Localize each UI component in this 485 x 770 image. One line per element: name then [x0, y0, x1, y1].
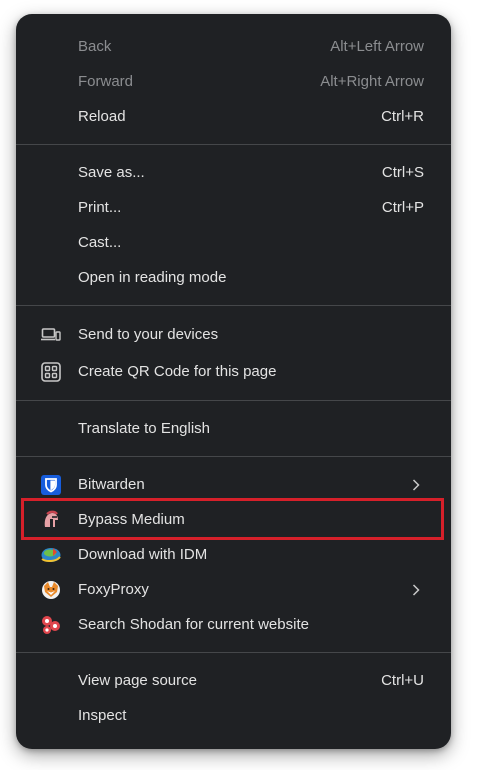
menu-item-label: Send to your devices [78, 326, 219, 343]
chevron-right-icon [411, 478, 421, 492]
menu-separator [16, 400, 451, 401]
menu-item-label: Search Shodan for current website [78, 616, 309, 633]
menu-item-label: View page source [78, 672, 197, 689]
menu-item-shortcut: Ctrl+S [381, 164, 424, 181]
devices-icon [40, 324, 62, 346]
menu-item-shortcut: Alt+Right Arrow [320, 73, 424, 90]
menu-item-label: Translate to English [78, 420, 211, 437]
idm-icon [40, 544, 62, 566]
menu-item-download-idm[interactable]: Download with IDM [16, 537, 451, 572]
menu-item-reload[interactable]: Reload Ctrl+R [16, 99, 451, 134]
spartan-helmet-icon [40, 509, 62, 531]
menu-item-label: Save as... [78, 164, 145, 181]
menu-item-label: Inspect [78, 707, 127, 724]
menu-separator [16, 144, 451, 145]
menu-item-send-to-devices[interactable]: Send to your devices [16, 316, 451, 353]
menu-item-bitwarden[interactable]: Bitwarden [16, 467, 451, 502]
menu-item-label: Bypass Medium [78, 511, 185, 528]
bitwarden-icon [40, 474, 62, 496]
menu-item-forward[interactable]: Forward Alt+Right Arrow [16, 64, 451, 99]
menu-item-label: Open in reading mode [78, 269, 227, 286]
menu-item-label: FoxyProxy [78, 581, 149, 598]
menu-item-label: Forward [78, 73, 134, 90]
menu-item-bypass-medium[interactable]: Bypass Medium [16, 502, 451, 537]
menu-item-shortcut: Ctrl+R [381, 108, 424, 125]
menu-item-label: Print... [78, 199, 122, 216]
menu-item-label: Reload [78, 108, 126, 125]
foxyproxy-icon [40, 579, 62, 601]
menu-item-label: Back [78, 38, 112, 55]
menu-item-back[interactable]: Back Alt+Left Arrow [16, 29, 451, 64]
menu-item-view-source[interactable]: View page source Ctrl+U [16, 663, 451, 698]
menu-item-label: Create QR Code for this page [78, 363, 277, 380]
menu-item-inspect[interactable]: Inspect [16, 698, 451, 733]
shodan-icon [40, 614, 62, 636]
menu-item-label: Download with IDM [78, 546, 208, 563]
menu-separator [16, 652, 451, 653]
qr-code-icon [40, 361, 62, 383]
menu-item-translate[interactable]: Translate to English [16, 411, 451, 446]
menu-separator [16, 305, 451, 306]
menu-item-label: Bitwarden [78, 476, 145, 493]
menu-item-create-qr-code[interactable]: Create QR Code for this page [16, 353, 451, 390]
menu-item-search-shodan[interactable]: Search Shodan for current website [16, 607, 451, 642]
menu-item-cast[interactable]: Cast... [16, 225, 451, 260]
context-menu: Back Alt+Left Arrow Forward Alt+Right Ar… [16, 14, 451, 749]
menu-item-save-as[interactable]: Save as... Ctrl+S [16, 155, 451, 190]
menu-separator [16, 456, 451, 457]
menu-item-shortcut: Ctrl+P [381, 199, 424, 216]
menu-item-foxyproxy[interactable]: FoxyProxy [16, 572, 451, 607]
menu-item-label: Cast... [78, 234, 122, 251]
chevron-right-icon [411, 583, 421, 597]
menu-item-shortcut: Alt+Left Arrow [330, 38, 424, 55]
menu-item-print[interactable]: Print... Ctrl+P [16, 190, 451, 225]
menu-item-reading-mode[interactable]: Open in reading mode [16, 260, 451, 295]
menu-item-shortcut: Ctrl+U [381, 672, 424, 689]
